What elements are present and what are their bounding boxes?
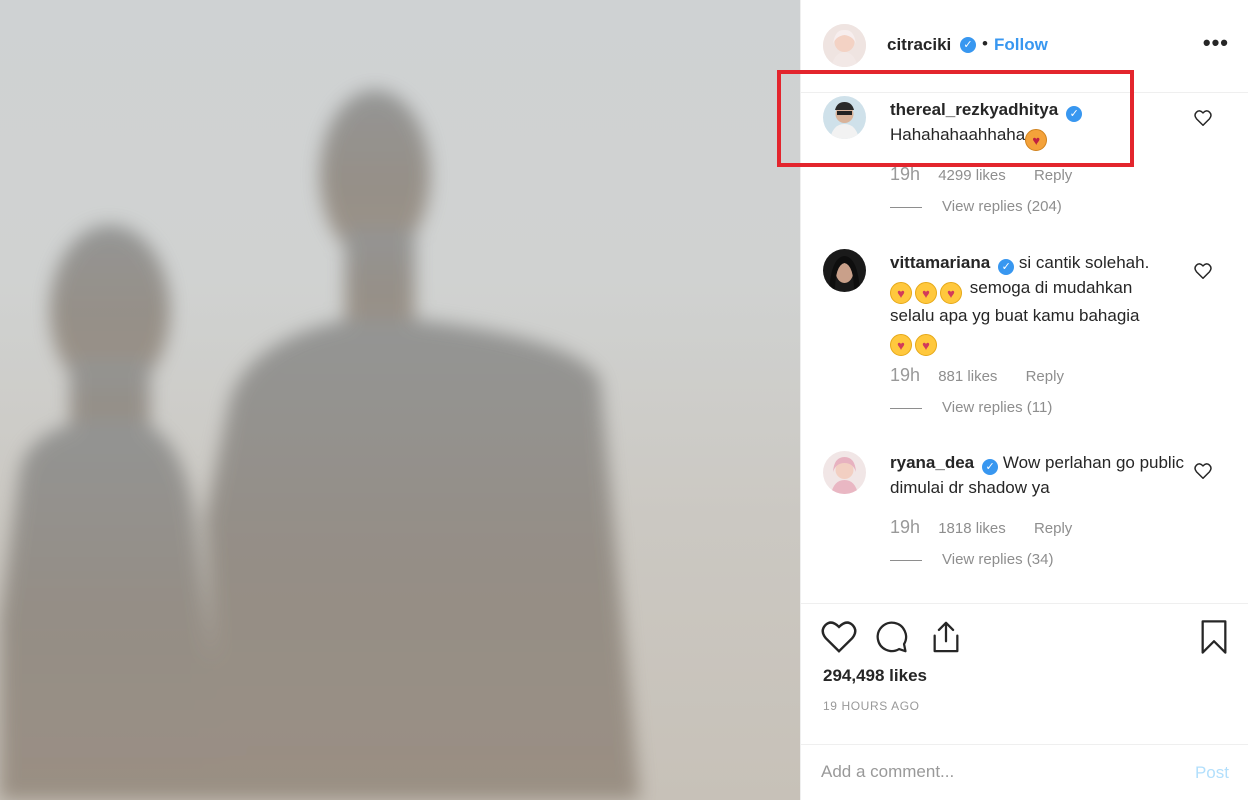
kissing-heart-emoji: ♥ <box>890 334 912 356</box>
post-comment-button[interactable]: Post <box>1195 763 1229 783</box>
heart-eyes-cat-emoji: ♥ <box>1025 128 1048 151</box>
post-header: citraciki ✓ • Follow ••• <box>801 0 1248 93</box>
comment-likes[interactable]: 4299 likes <box>938 167 1006 184</box>
comment-like-heart-icon[interactable] <box>1194 110 1212 126</box>
reply-button[interactable]: Reply <box>1026 368 1064 385</box>
author-username[interactable]: citraciki <box>887 35 951 55</box>
comment-like-heart-icon[interactable] <box>1194 263 1212 279</box>
heart-icon[interactable] <box>821 620 857 654</box>
view-replies-link[interactable]: View replies (11) <box>890 399 1052 416</box>
comment-time: 19h <box>890 517 921 537</box>
replies-divider <box>890 559 922 561</box>
comment-meta: 19h 4299 likes Reply <box>890 164 1072 185</box>
comment-bubble-icon[interactable] <box>874 620 910 654</box>
comment-body-line: selalu apa yg buat kamu bahagia <box>890 305 1140 325</box>
view-replies-label[interactable]: View replies (34) <box>942 551 1053 568</box>
post-time-ago: 19 HOURS AGO <box>823 699 920 713</box>
comment-text: thereal_rezkyadhitya ✓ Hahahahaahhaha ♥ <box>890 98 1190 151</box>
add-comment-bar: Post <box>801 744 1248 800</box>
verified-badge-icon: ✓ <box>998 259 1015 275</box>
replies-divider <box>890 206 922 208</box>
post-photo[interactable] <box>0 0 800 800</box>
comment-time: 19h <box>890 365 921 385</box>
commenter-username[interactable]: ryana_dea <box>890 453 974 472</box>
post-actions: 294,498 likes 19 HOURS AGO Post <box>801 603 1248 800</box>
separator-dot: • <box>982 34 988 53</box>
comment-like-heart-icon[interactable] <box>1194 463 1212 479</box>
commenter-avatar[interactable] <box>823 249 866 292</box>
comments-list[interactable]: thereal_rezkyadhitya ✓ Hahahahaahhaha ♥ 19… <box>801 93 1248 603</box>
comment-likes[interactable]: 1818 likes <box>938 520 1006 537</box>
bookmark-icon[interactable] <box>1198 620 1230 654</box>
shadow-silhouettes-image <box>0 90 640 800</box>
kissing-heart-emoji: ♥ <box>915 281 937 304</box>
share-icon[interactable] <box>928 620 964 654</box>
add-comment-input[interactable] <box>821 757 1161 787</box>
kissing-heart-emoji: ♥ <box>890 281 912 304</box>
view-replies-label[interactable]: View replies (204) <box>942 198 1062 215</box>
commenter-username[interactable]: thereal_rezkyadhitya <box>890 100 1058 119</box>
reply-button[interactable]: Reply <box>1034 520 1072 537</box>
comment-likes[interactable]: 881 likes <box>938 368 997 385</box>
comment-meta: 19h 881 likes Reply <box>890 365 1064 386</box>
view-replies-label[interactable]: View replies (11) <box>942 399 1052 416</box>
commenter-username[interactable]: vittamariana <box>890 253 990 272</box>
author-avatar[interactable] <box>823 24 866 67</box>
comment-body-line: semoga di mudahkan <box>969 277 1133 297</box>
post-details-panel: citraciki ✓ • Follow ••• thereal_rezkyad… <box>800 0 1248 800</box>
view-replies-link[interactable]: View replies (204) <box>890 198 1062 215</box>
verified-badge-icon: ✓ <box>960 37 976 53</box>
view-replies-link[interactable]: View replies (34) <box>890 551 1053 568</box>
comment-body-line: si cantik solehah. <box>1018 253 1150 272</box>
post-likes-count[interactable]: 294,498 likes <box>823 666 927 686</box>
kissing-heart-emoji: ♥ <box>915 334 937 356</box>
more-options-icon[interactable]: ••• <box>1203 30 1229 56</box>
commenter-avatar[interactable] <box>823 96 866 139</box>
verified-badge-icon: ✓ <box>1066 106 1083 122</box>
kissing-heart-emoji: ♥ <box>940 281 962 304</box>
comment-text: vittamariana ✓ si cantik solehah. ♥ ♥ ♥ sem… <box>890 251 1190 356</box>
replies-divider <box>890 407 922 409</box>
follow-button[interactable]: Follow <box>994 35 1048 55</box>
comment-meta: 19h 1818 likes Reply <box>890 517 1072 538</box>
verified-badge-icon: ✓ <box>982 459 999 475</box>
comment-time: 19h <box>890 164 921 184</box>
comment-text: ryana_dea ✓ Wow perlahan go public dimula… <box>890 451 1190 500</box>
commenter-avatar[interactable] <box>823 451 866 494</box>
comment-body: Hahahahaahhaha <box>890 124 1026 144</box>
reply-button[interactable]: Reply <box>1034 167 1072 184</box>
